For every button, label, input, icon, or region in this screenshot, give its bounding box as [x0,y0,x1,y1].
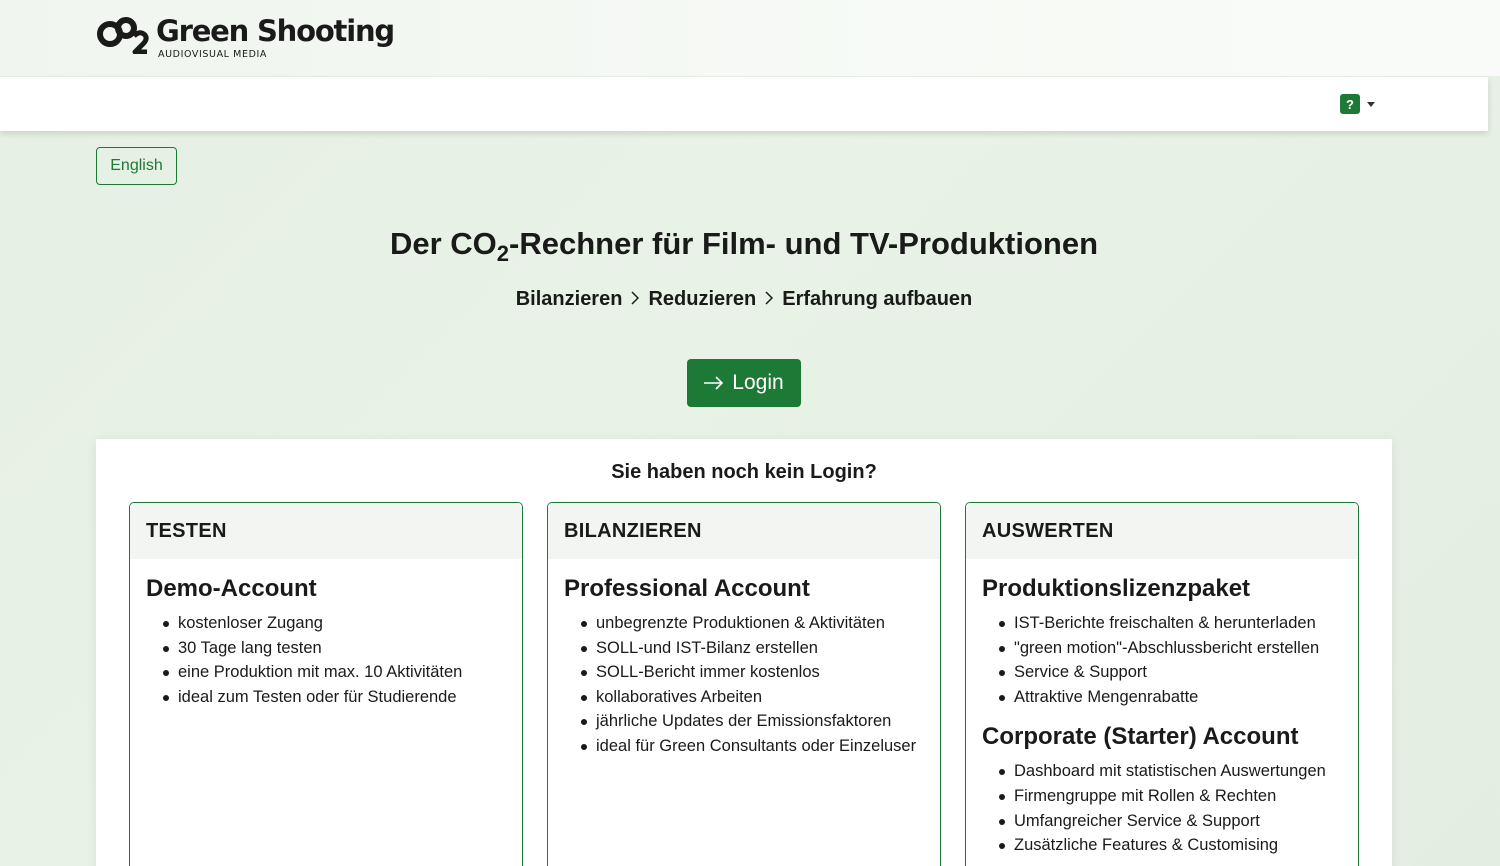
offers-title: Sie haben noch kein Login? [611,461,877,483]
step-bilanzieren: Bilanzieren [515,288,623,310]
feature-item: Firmengruppe mit Rollen & Rechten [982,784,1342,809]
page-title: Der CO2-Rechner für Film- und TV-Produkt… [0,226,1488,267]
login-button[interactable]: Login [687,359,801,407]
plan-title: Corporate (Starter) Account [982,723,1299,751]
feature-item: unbegrenzte Produktionen & Aktivitäten [564,611,924,636]
step-reduzieren: Reduzieren [648,288,757,310]
logo[interactable]: Green Shooting AUDIOVISUAL MEDIA [96,14,395,66]
chevron-right-icon [765,288,774,311]
plan-title: Produktionslizenzpaket [982,575,1251,602]
language-switch-button[interactable]: English [96,147,177,185]
step-erfahrung: Erfahrung aufbauen [782,288,973,310]
feature-item: Zusätzliche Features & Customising [982,833,1342,858]
caret-down-icon [1367,101,1375,107]
brand-name: Green Shooting [156,14,395,48]
feature-item: jährliche Updates der Emissionsfaktoren [564,709,924,734]
offers-panel: Sie haben noch kein Login? TESTEN Demo-A… [96,439,1392,866]
feature-list: kostenloser Zugang 30 Tage lang testen e… [146,611,506,709]
plan-title: Professional Account [564,575,810,602]
feature-list: unbegrenzte Produktionen & Aktivitäten S… [564,611,924,759]
title-subscript: 2 [496,241,510,266]
feature-item: Dashboard mit statistischen Auswertungen [982,759,1342,784]
login-label: Login [732,371,784,394]
title-suffix: -Rechner für Film- und TV-Produktionen [509,226,1099,261]
plan-title: Demo-Account [146,575,317,602]
plan-card-testen: TESTEN Demo-Account kostenloser Zugang 3… [129,502,523,866]
plan-header: BILANZIEREN [548,503,940,559]
brand-subtitle: AUDIOVISUAL MEDIA [158,49,267,60]
feature-item: "green motion"-Abschlussbericht erstelle… [982,636,1342,661]
feature-item: SOLL-und IST-Bilanz erstellen [564,636,924,661]
feature-item: Attraktive Mengenrabatte [982,685,1342,710]
feature-item: kollaboratives Arbeiten [564,685,924,710]
plan-header: AUSWERTEN [966,503,1358,559]
feature-item: SOLL-Bericht immer kostenlos [564,660,924,685]
help-dropdown[interactable]: ? [1340,94,1375,114]
feature-item: ideal zum Testen oder für Studierende [146,685,506,710]
arrow-right-icon [704,376,724,390]
feature-item: Service & Support [982,660,1342,685]
chevron-right-icon [631,288,640,311]
co2-logo-icon [97,17,149,54]
plan-card-bilanzieren: BILANZIEREN Professional Account unbegre… [547,502,941,866]
feature-item: Umfangreicher Service & Support [982,809,1342,834]
feature-list: IST-Berichte freischalten & herunterlade… [982,611,1342,709]
feature-item: ideal für Green Consultants oder Einzelu… [564,734,924,759]
plan-card-auswerten: AUSWERTEN Produktionslizenzpaket IST-Ber… [965,502,1359,866]
feature-item: IST-Berichte freischalten & herunterlade… [982,611,1342,636]
process-steps: Bilanzieren Reduzieren Erfahrung aufbaue… [0,288,1488,311]
title-prefix: Der CO [389,226,497,261]
question-badge-icon: ? [1340,94,1360,114]
feature-item: kostenloser Zugang [146,611,506,636]
plan-header: TESTEN [130,503,522,559]
navbar: ? [0,77,1488,131]
feature-item: eine Produktion mit max. 10 Aktivitäten [146,660,506,685]
feature-item: 30 Tage lang testen [146,636,506,661]
feature-list: Dashboard mit statistischen Auswertungen… [982,759,1342,857]
